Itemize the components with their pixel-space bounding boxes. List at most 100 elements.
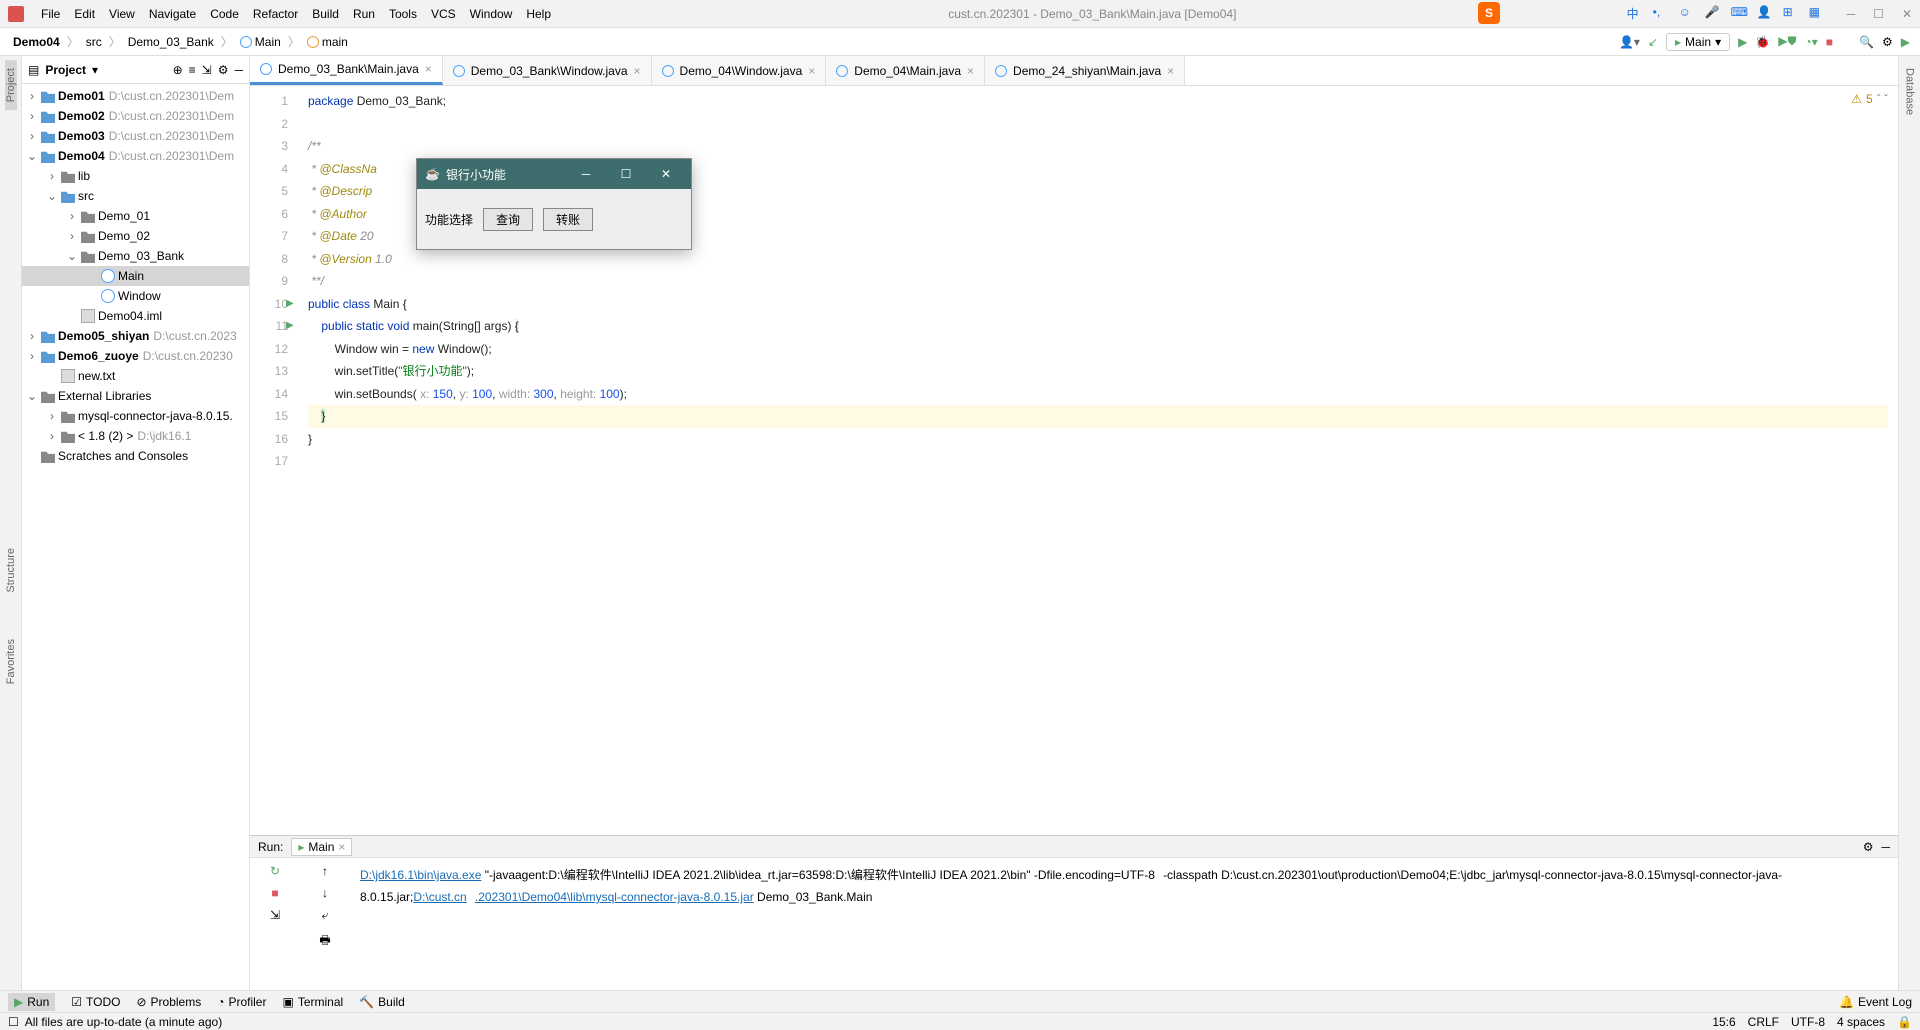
expand-icon[interactable]: ≡ [189,63,196,77]
close-tab-icon[interactable]: × [967,64,974,78]
print-icon[interactable]: 🖶 [319,931,330,952]
navigation-bar: Demo04〉 src〉 Demo_03_Bank〉 Main〉 main 👤▾… [0,28,1920,56]
tool-build[interactable]: 🔨 Build [359,995,405,1009]
ime-icon[interactable]: 中 [1627,5,1645,23]
gutter[interactable]: 1234567891011121314151617 ▶ ▶ [250,86,298,835]
crumb-project[interactable]: Demo04 [10,35,63,49]
tab-4[interactable]: Demo_24_shiyan\Main.java× [985,56,1185,85]
menu-file[interactable]: File [34,7,67,21]
crumb-class[interactable]: Main [237,35,284,49]
grid-icon[interactable]: ▦ [1809,5,1827,23]
project-tree[interactable]: ›Demo01D:\cust.cn.202301\Dem ›Demo02D:\c… [22,84,249,990]
java-dialog[interactable]: ☕ 银行小功能 ─ ☐ ✕ 功能选择 查询 转账 [416,158,692,250]
dialog-titlebar[interactable]: ☕ 银行小功能 ─ ☐ ✕ [417,159,691,189]
tab-0[interactable]: Demo_03_Bank\Main.java× [250,56,443,85]
status-icon[interactable]: ☐ [8,1015,19,1029]
smiley-icon[interactable]: ☺ [1679,5,1697,23]
menu-navigate[interactable]: Navigate [142,7,203,21]
add-config-icon[interactable]: 👤▾ [1619,35,1640,49]
up-icon[interactable]: ↑ [322,864,328,878]
wrap-icon[interactable]: ⤶ [322,908,329,923]
down-icon[interactable]: ↓ [322,886,328,900]
crumb-package[interactable]: Demo_03_Bank [125,35,217,49]
tool-terminal[interactable]: ▣ Terminal [282,995,343,1009]
run-tab[interactable]: ▸Main × [291,838,352,856]
gear-icon[interactable]: ⚙ [218,63,229,77]
tool-problems[interactable]: ⊘ Problems [136,995,201,1009]
tool-run[interactable]: ▶Run [8,993,55,1011]
menu-help[interactable]: Help [519,7,558,21]
run-output[interactable]: D:\jdk16.1\bin\java.exe "-javaagent:D:\编… [350,858,1898,990]
close-tab-icon[interactable]: × [808,64,815,78]
tool-favorites[interactable]: Favorites [5,631,17,692]
tool-structure[interactable]: Structure [5,540,17,601]
run-tool-window: Run: ▸Main × ⚙ ─ ↻ ■ ⇲ ↑ ↓ ⤶ 🖶 D:\jdk1 [250,835,1898,990]
run-gutter-icon[interactable]: ▶ [286,293,294,316]
menu-view[interactable]: View [102,7,142,21]
hide-icon[interactable]: ─ [234,63,243,77]
run-gear-icon[interactable]: ⚙ [1863,840,1874,854]
person-icon[interactable]: 👤 [1757,5,1775,23]
dialog-query-button[interactable]: 查询 [483,208,533,231]
back-icon[interactable]: ↙ [1648,35,1658,49]
tab-2[interactable]: Demo_04\Window.java× [652,56,827,85]
tab-3[interactable]: Demo_04\Main.java× [826,56,985,85]
status-indent[interactable]: 4 spaces [1837,1015,1885,1029]
project-label[interactable]: Project [45,63,86,77]
stop-icon[interactable]: ■ [1826,35,1833,49]
layout-icon[interactable]: ⇲ [270,908,280,922]
tab-1[interactable]: Demo_03_Bank\Window.java× [443,56,652,85]
menu-window[interactable]: Window [463,7,520,21]
menu-refactor[interactable]: Refactor [246,7,305,21]
tool-eventlog[interactable]: 🔔 Event Log [1839,995,1912,1009]
tool-database[interactable]: Database [1904,60,1916,123]
dialog-transfer-button[interactable]: 转账 [543,208,593,231]
collapse-icon[interactable]: ⇲ [202,63,212,77]
minimize-icon[interactable]: ─ [1847,7,1856,21]
inspection-widget[interactable]: ⚠ 5 ˆ ˇ [1851,92,1888,106]
menu-vcs[interactable]: VCS [424,7,463,21]
coverage-icon[interactable]: ▶⛊ [1778,34,1796,49]
keyboard-icon[interactable]: ⌨ [1731,5,1749,23]
menu-run[interactable]: Run [346,7,382,21]
sogou-ime-icon[interactable]: S [1478,2,1500,24]
run-gutter-icon[interactable]: ▶ [286,315,294,338]
crumb-src[interactable]: src [83,35,105,49]
dialog-min-icon[interactable]: ─ [569,167,603,181]
run-hide-icon[interactable]: ─ [1881,840,1890,854]
menu-code[interactable]: Code [203,7,246,21]
dialog-close-icon[interactable]: ✕ [649,167,683,181]
menu-tools[interactable]: Tools [382,7,424,21]
rerun-icon[interactable]: ↻ [270,864,280,878]
dot-icon[interactable]: •, [1653,5,1671,23]
run-anything-icon[interactable]: ▶ [1901,35,1910,49]
close-icon[interactable]: ✕ [1902,7,1912,21]
mic-icon[interactable]: 🎤 [1705,5,1723,23]
menu-build[interactable]: Build [305,7,346,21]
maximize-icon[interactable]: ☐ [1873,7,1884,21]
tool-todo[interactable]: ☑ TODO [71,995,120,1009]
profile-icon[interactable]: ◔▾ [1805,35,1818,49]
close-tab-icon[interactable]: × [1167,64,1174,78]
toolbox-icon[interactable]: ⊞ [1783,5,1801,23]
close-tab-icon[interactable]: × [634,64,641,78]
dialog-max-icon[interactable]: ☐ [609,167,643,181]
tool-project[interactable]: Project [5,60,17,110]
status-encoding[interactable]: UTF-8 [1791,1015,1825,1029]
run-toolbar: ↻ ■ ⇲ [250,858,300,990]
debug-icon[interactable]: 🐞 [1755,35,1770,49]
close-tab-icon[interactable]: × [425,62,432,76]
menu-edit[interactable]: Edit [67,7,102,21]
select-opened-icon[interactable]: ⊕ [173,63,183,77]
stop-run-icon[interactable]: ■ [271,886,278,900]
tool-profiler[interactable]: ◔ Profiler [217,995,266,1009]
crumb-method[interactable]: main [304,35,351,49]
search-icon[interactable]: 🔍 [1859,35,1874,49]
status-pos[interactable]: 15:6 [1712,1015,1735,1029]
status-linesep[interactable]: CRLF [1748,1015,1779,1029]
project-view-icon[interactable]: ▤ [28,63,39,77]
settings-icon[interactable]: ⚙ [1882,35,1893,49]
run-icon[interactable]: ▶ [1738,35,1747,49]
status-lock-icon[interactable]: 🔒 [1897,1015,1912,1029]
run-config-selector[interactable]: ▸Main▾ [1666,33,1730,51]
